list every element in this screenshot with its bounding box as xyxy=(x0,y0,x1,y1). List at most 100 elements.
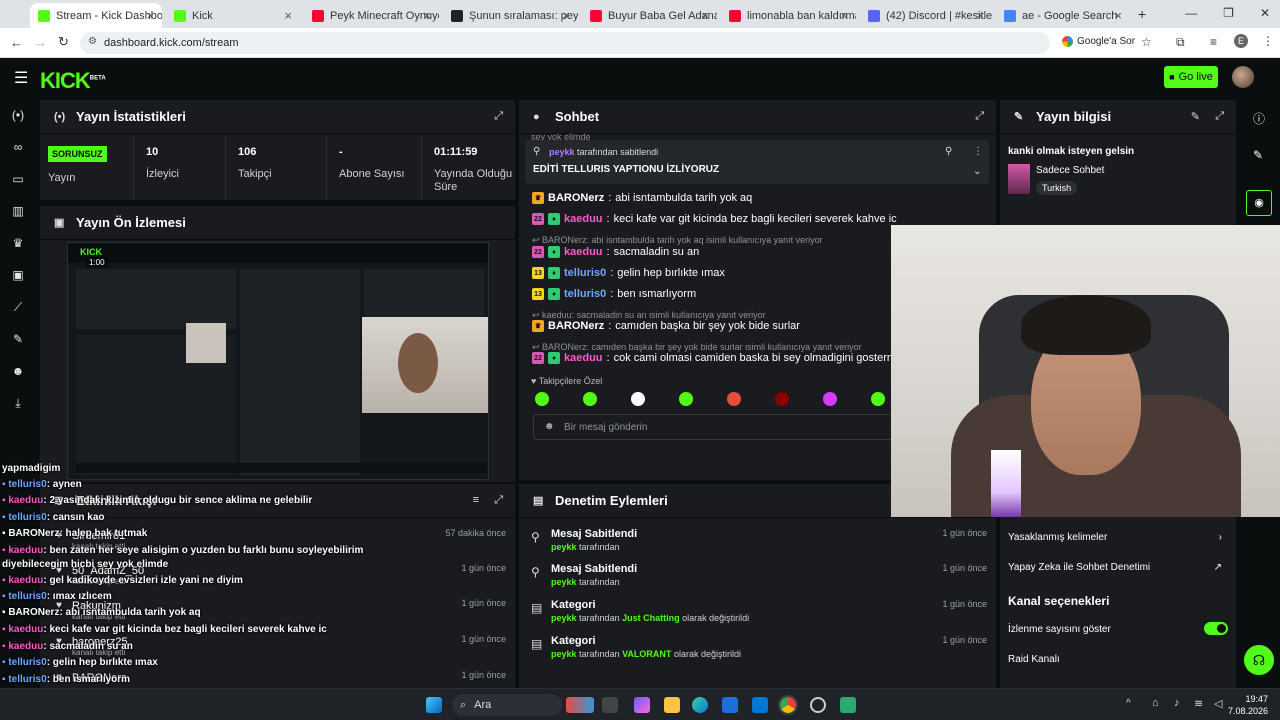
go-live-button[interactable]: ■ Go live xyxy=(1164,66,1218,88)
emote-icon[interactable] xyxy=(775,392,789,406)
chat-username[interactable]: telluris0 xyxy=(564,267,606,279)
unpin-icon[interactable]: ⚲ xyxy=(945,146,952,157)
tray-chevron-icon[interactable]: ^ xyxy=(1126,698,1131,709)
wifi-icon[interactable]: ≋ xyxy=(1194,697,1203,710)
emote-icon[interactable] xyxy=(823,392,837,406)
chart-icon[interactable]: ⟋ xyxy=(11,300,25,314)
close-tab-icon[interactable]: × xyxy=(840,8,848,23)
minimize-button[interactable]: — xyxy=(1185,6,1197,20)
close-tab-icon[interactable]: × xyxy=(562,8,570,23)
trophy-icon[interactable]: ♛ xyxy=(11,236,25,250)
copilot-icon[interactable] xyxy=(634,697,650,713)
upload-icon[interactable]: ⤓ xyxy=(11,396,25,410)
store-icon[interactable] xyxy=(722,697,738,713)
chat-message[interactable]: 22 ♦ kaeduu: keci kafe var git kicinda b… xyxy=(532,213,897,225)
chat-message[interactable]: 13 ♦ telluris0: gelin hep bırlıkte ımax xyxy=(532,267,725,279)
chat-message[interactable]: 22 ♦ kaeduu: sacmaladin su an xyxy=(532,246,699,258)
emote-icon[interactable] xyxy=(583,392,597,406)
chat-message[interactable]: 22 ♦ kaeduu: cok cami olmasi camiden bas… xyxy=(532,352,910,364)
extensions-icon[interactable]: ⧉ xyxy=(1176,35,1185,50)
new-tab-button[interactable]: + xyxy=(1138,6,1146,22)
browser-tab[interactable]: Kick × xyxy=(166,3,300,28)
support-chat-icon[interactable]: ☊ xyxy=(1244,645,1274,675)
chevron-down-icon[interactable]: ⌄ xyxy=(973,166,981,177)
app-icon[interactable] xyxy=(840,697,856,713)
chat-message[interactable]: 13 ♦ telluris0: ben ısmarlıyorm xyxy=(532,288,696,300)
user-avatar[interactable] xyxy=(1232,66,1254,88)
microphone-icon[interactable]: ♪ xyxy=(1174,697,1180,709)
browser-tab[interactable]: Şunun sıralaması: peykk | × xyxy=(443,3,578,28)
emote-icon[interactable] xyxy=(535,392,549,406)
more-icon[interactable]: ⋮ xyxy=(973,146,983,157)
task-view-icon[interactable] xyxy=(602,697,618,713)
chat-username[interactable]: BARONerz xyxy=(548,192,604,204)
chat-username[interactable]: BARONerz xyxy=(548,320,604,332)
chat-username[interactable]: kaeduu xyxy=(564,213,603,225)
pencil-icon[interactable]: ✎ xyxy=(1253,148,1263,162)
chat-input[interactable]: ☻ Bir mesaj gönderin xyxy=(533,414,905,440)
close-tab-icon[interactable]: × xyxy=(976,8,984,23)
preview-video[interactable]: KICK 1:00 xyxy=(67,242,489,480)
site-info-icon[interactable]: ⚙ xyxy=(88,36,97,47)
hamburger-menu-icon[interactable]: ☰ xyxy=(14,68,28,88)
emote-icon[interactable] xyxy=(871,392,885,406)
obs-icon[interactable] xyxy=(810,697,826,713)
camera-icon[interactable]: ◉ xyxy=(1246,190,1272,216)
wrench-icon[interactable]: ✎ xyxy=(11,332,25,346)
file-explorer-icon[interactable] xyxy=(664,697,680,713)
popout-icon[interactable]: ⤢ xyxy=(1215,110,1224,123)
close-tab-icon[interactable]: × xyxy=(284,8,292,23)
close-window-button[interactable]: ✕ xyxy=(1260,6,1270,20)
outlook-icon[interactable] xyxy=(752,697,768,713)
network-icon[interactable]: ⌂ xyxy=(1152,697,1159,709)
google-ask-button[interactable]: Google'a Sor xyxy=(1062,36,1135,47)
analytics-icon[interactable]: ▥ xyxy=(11,204,25,218)
forward-icon[interactable]: → xyxy=(34,35,47,50)
edge-icon[interactable] xyxy=(692,697,708,713)
info-icon[interactable]: ⓘ xyxy=(1253,110,1265,127)
emote-icon[interactable] xyxy=(631,392,645,406)
filter-icon[interactable]: ≡ xyxy=(473,494,479,506)
banned-words-row[interactable]: Yasaklanmış kelimeler › xyxy=(1008,532,1228,543)
community-icon[interactable]: ☻ xyxy=(11,364,25,378)
edit-icon[interactable]: ✎ xyxy=(1191,110,1200,123)
taskbar-search[interactable]: ⌕ Ara xyxy=(452,694,562,716)
reading-list-icon[interactable]: ≡ xyxy=(1210,35,1217,49)
pinned-message[interactable]: ⚲ peykk tarafından sabitlendi ⚲ ⋮ EDİTİ … xyxy=(525,140,989,184)
link-icon[interactable]: ∞ xyxy=(11,140,25,154)
emote-icon[interactable] xyxy=(727,392,741,406)
reload-icon[interactable]: ↻ xyxy=(58,34,69,50)
chrome-icon[interactable] xyxy=(778,695,798,715)
back-icon[interactable]: ← xyxy=(10,35,23,50)
emote-icon[interactable] xyxy=(679,392,693,406)
bookmark-star-icon[interactable]: ☆ xyxy=(1141,35,1152,49)
browser-menu-icon[interactable]: ⋮ xyxy=(1262,34,1274,48)
popout-icon[interactable]: ⤢ xyxy=(975,110,984,123)
screen-icon[interactable]: ▭ xyxy=(11,172,25,186)
raid-channel-label[interactable]: Raid Kanalı xyxy=(1008,654,1060,665)
clock[interactable]: 19:47 7.08.2026 xyxy=(1210,693,1268,717)
chat-username[interactable]: telluris0 xyxy=(564,288,606,300)
chat-username[interactable]: kaeduu xyxy=(564,246,603,258)
chat-username[interactable]: kaeduu xyxy=(564,352,603,364)
browser-tab[interactable]: Peyk Minecraft Oynuyor | × xyxy=(304,3,439,28)
video-icon[interactable]: ▣ xyxy=(11,268,25,282)
browser-tab[interactable]: (42) Discord | #kesitler × xyxy=(860,3,992,28)
browser-tab[interactable]: Buyur Baba Gel Adana Ke × xyxy=(582,3,717,28)
maximize-button[interactable]: ❐ xyxy=(1223,6,1234,20)
widgets-icon[interactable] xyxy=(566,697,594,713)
browser-tab[interactable]: limonabla ban kaldırma t × xyxy=(721,3,856,28)
emoji-icon[interactable]: ☻ xyxy=(544,421,555,432)
chat-message[interactable]: ♛ BARONerz: camıden başka bir şey yok bi… xyxy=(532,320,800,332)
ai-moderation-row[interactable]: Yapay Zeka ile Sohbet Denetimi ↗ xyxy=(1008,562,1228,573)
stream-icon[interactable]: (•) xyxy=(11,108,25,122)
kick-logo[interactable]: KICKBETA xyxy=(40,68,106,94)
url-field[interactable]: ⚙ dashboard.kick.com/stream xyxy=(80,32,1050,54)
profile-avatar[interactable]: E xyxy=(1234,34,1248,48)
popout-icon[interactable]: ⤢ xyxy=(494,110,503,123)
browser-tab[interactable]: Stream - Kick Dashboard × xyxy=(30,3,162,28)
close-tab-icon[interactable]: × xyxy=(423,8,431,23)
browser-tab[interactable]: ae - Google Search × xyxy=(996,3,1130,28)
close-tab-icon[interactable]: × xyxy=(1114,8,1122,23)
close-tab-icon[interactable]: × xyxy=(146,8,154,23)
